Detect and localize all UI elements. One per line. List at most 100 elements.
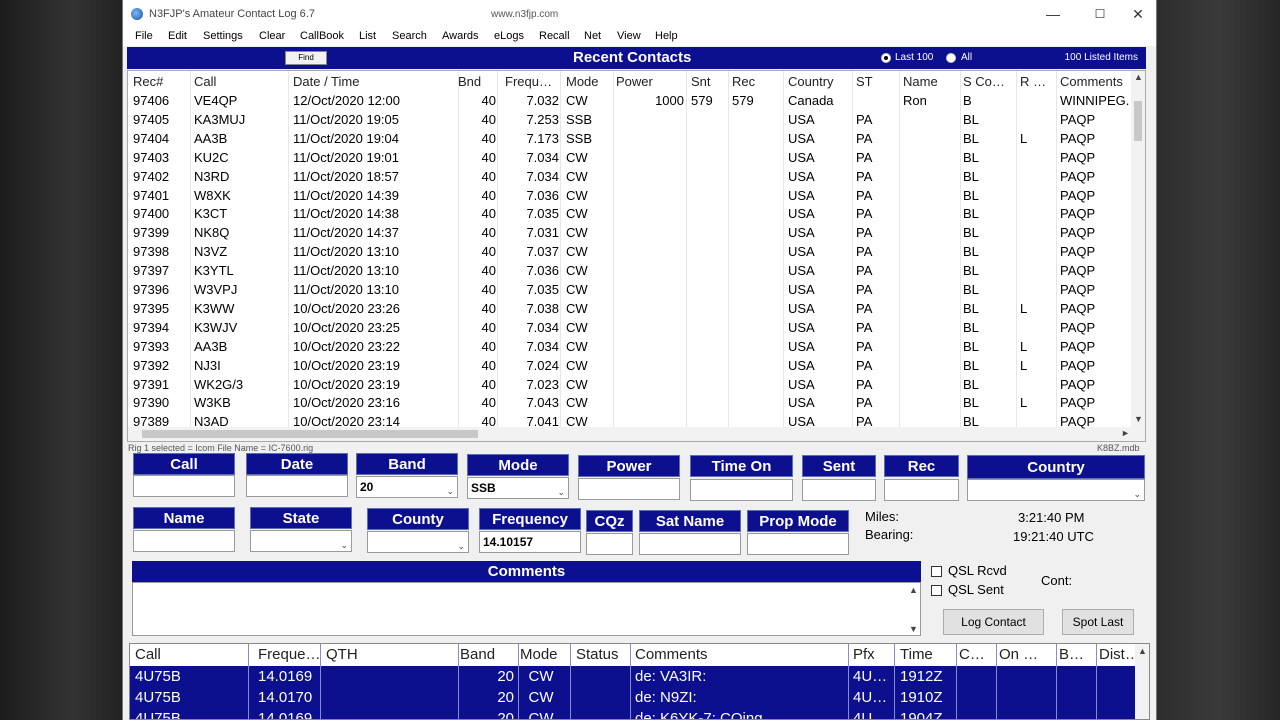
column-separator[interactable]: [728, 71, 729, 427]
column-header[interactable]: Country: [788, 72, 850, 91]
minimize-button[interactable]: —: [1041, 4, 1065, 24]
column-header[interactable]: Call: [135, 644, 250, 665]
frequency-input[interactable]: 14.10157: [479, 531, 581, 553]
column-header[interactable]: Status: [576, 644, 630, 665]
column-header[interactable]: ST: [856, 72, 900, 91]
menu-clear[interactable]: Clear: [259, 30, 285, 42]
chevron-down-icon[interactable]: ⌄: [457, 536, 465, 556]
column-header[interactable]: Bnd: [458, 72, 496, 91]
scroll-up-icon[interactable]: ▲: [1138, 646, 1147, 656]
column-separator[interactable]: [497, 71, 498, 427]
column-header[interactable]: On …: [999, 644, 1055, 665]
column-separator[interactable]: [783, 71, 784, 427]
all-radio[interactable]: [946, 53, 956, 63]
column-header[interactable]: Rec: [732, 72, 782, 91]
column-header[interactable]: Time: [900, 644, 956, 665]
column-separator[interactable]: [956, 644, 957, 719]
chevron-down-icon[interactable]: ⌄: [340, 535, 348, 555]
column-separator[interactable]: [894, 644, 895, 719]
menu-view[interactable]: View: [617, 30, 641, 42]
power-input[interactable]: [578, 478, 680, 500]
column-header[interactable]: Mode: [520, 644, 562, 665]
title-bar[interactable]: N3FJP's Amateur Contact Log 6.7 www.n3fj…: [123, 0, 1156, 28]
date-input[interactable]: [246, 475, 348, 497]
column-separator[interactable]: [852, 71, 853, 427]
recent-contacts-grid[interactable]: ▲ ▼ ► Rec# Call Date / Time Bnd Frequ… Mode Po…: [127, 70, 1146, 442]
last100-radio[interactable]: [881, 53, 891, 63]
column-separator[interactable]: [248, 644, 249, 719]
column-separator[interactable]: [1096, 644, 1097, 719]
column-header[interactable]: Power: [616, 72, 686, 91]
column-separator[interactable]: [996, 644, 997, 719]
country-select[interactable]: ⌄: [967, 479, 1145, 501]
column-separator[interactable]: [686, 71, 687, 427]
column-header[interactable]: Freque…: [258, 644, 320, 665]
column-header[interactable]: Rec#: [133, 72, 191, 91]
column-header[interactable]: Name: [903, 72, 961, 91]
name-input[interactable]: [133, 530, 235, 552]
menu-file[interactable]: File: [135, 30, 153, 42]
sat-name-input[interactable]: [639, 533, 741, 555]
column-header[interactable]: S Co…: [963, 72, 1015, 91]
menu-callbook[interactable]: CallBook: [300, 30, 344, 42]
menu-search[interactable]: Search: [392, 30, 427, 42]
menu-elogs[interactable]: eLogs: [494, 30, 524, 42]
spots-scrollbar[interactable]: ▲: [1135, 644, 1149, 719]
maximize-button[interactable]: ☐: [1088, 4, 1112, 24]
log-contact-button[interactable]: Log Contact: [943, 609, 1044, 635]
prop-mode-input[interactable]: [747, 533, 849, 555]
scroll-down-icon[interactable]: ▼: [909, 624, 918, 634]
sent-input[interactable]: [802, 479, 876, 501]
column-header[interactable]: Date / Time: [293, 72, 458, 91]
cqz-input[interactable]: [586, 533, 633, 555]
column-header[interactable]: Comments: [1060, 72, 1140, 91]
column-separator[interactable]: [848, 644, 849, 719]
column-header[interactable]: Mode: [566, 72, 614, 91]
scroll-up-icon[interactable]: ▲: [909, 585, 918, 595]
menu-list[interactable]: List: [359, 30, 376, 42]
mode-select[interactable]: SSB ⌄: [467, 477, 569, 499]
column-header[interactable]: Band: [460, 644, 514, 665]
column-separator[interactable]: [1056, 644, 1057, 719]
column-header[interactable]: R …: [1020, 72, 1058, 91]
menu-recall[interactable]: Recall: [539, 30, 570, 42]
column-separator[interactable]: [320, 644, 321, 719]
county-select[interactable]: ⌄: [367, 531, 469, 553]
column-separator[interactable]: [518, 644, 519, 719]
qsl-rcvd-checkbox[interactable]: [931, 566, 942, 577]
column-header[interactable]: Pfx: [853, 644, 895, 665]
find-button[interactable]: Find: [285, 51, 327, 65]
time-on-input[interactable]: [690, 479, 793, 501]
menu-edit[interactable]: Edit: [168, 30, 187, 42]
column-separator[interactable]: [560, 71, 561, 427]
column-header[interactable]: Frequ…: [505, 72, 563, 91]
band-select[interactable]: 20 ⌄: [356, 476, 458, 498]
column-header[interactable]: QTH: [326, 644, 460, 665]
chevron-down-icon[interactable]: ⌄: [557, 482, 565, 502]
column-header[interactable]: C…: [959, 644, 996, 665]
column-separator[interactable]: [1016, 71, 1017, 427]
menu-awards[interactable]: Awards: [442, 30, 478, 42]
chevron-down-icon[interactable]: ⌄: [1133, 484, 1141, 504]
column-header[interactable]: Comments: [635, 644, 848, 665]
column-header[interactable]: Dist…: [1099, 644, 1135, 665]
state-select[interactable]: ⌄: [250, 530, 352, 552]
column-header[interactable]: Call: [194, 72, 284, 91]
spot-last-button[interactable]: Spot Last: [1062, 609, 1134, 635]
call-input[interactable]: [133, 475, 235, 497]
column-separator[interactable]: [288, 71, 289, 427]
close-button[interactable]: ✕: [1126, 4, 1150, 24]
column-separator[interactable]: [458, 644, 459, 719]
column-separator[interactable]: [570, 644, 571, 719]
rec-input[interactable]: [884, 479, 959, 501]
chevron-down-icon[interactable]: ⌄: [446, 481, 454, 501]
qsl-sent-checkbox[interactable]: [931, 585, 942, 596]
menu-settings[interactable]: Settings: [203, 30, 243, 42]
column-separator[interactable]: [960, 71, 961, 427]
menu-help[interactable]: Help: [655, 30, 678, 42]
menu-net[interactable]: Net: [584, 30, 601, 42]
spots-grid[interactable]: ▲ Call Freque… QTH Band Mode Status Comments Pf…: [129, 643, 1150, 720]
column-header[interactable]: Snt: [691, 72, 728, 91]
comments-input[interactable]: ▲ ▼: [132, 582, 921, 636]
column-header[interactable]: B…: [1059, 644, 1096, 665]
